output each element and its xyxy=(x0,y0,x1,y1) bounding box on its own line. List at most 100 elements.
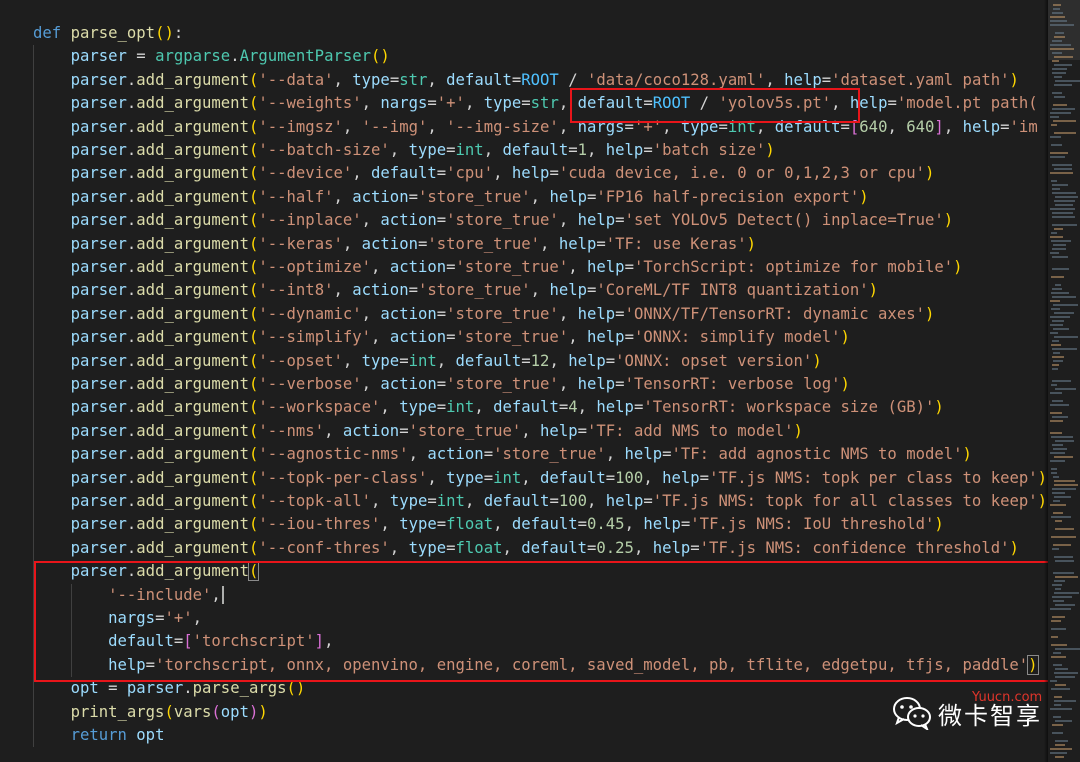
code-line[interactable]: parser.add_argument('--topk-per-class', … xyxy=(33,466,1047,490)
minimap-line xyxy=(1055,648,1080,650)
code-line[interactable]: parser.add_argument('--agnostic-nms', ac… xyxy=(33,443,972,467)
code-token: 'store_true' xyxy=(446,375,559,393)
code-line[interactable]: parser.add_argument('--int8', action='st… xyxy=(33,279,879,303)
minimap-line xyxy=(1054,96,1065,98)
code-token: ( xyxy=(164,702,174,721)
minimap-line xyxy=(1054,484,1078,486)
code-token: default xyxy=(774,117,841,136)
code-token: = xyxy=(615,304,625,323)
code-token: parser xyxy=(70,375,127,393)
code-token: '--img' xyxy=(361,117,428,136)
code-token: . xyxy=(126,258,137,276)
code-token: print_args xyxy=(70,702,165,721)
code-line[interactable]: parser.add_argument('--data', type=str, … xyxy=(33,68,1019,93)
code-line[interactable]: parser.add_argument('--iou-thres', type=… xyxy=(33,513,944,537)
code-token: '+' xyxy=(633,117,663,136)
paren-open: ( xyxy=(248,492,259,510)
code-token: float xyxy=(446,515,494,534)
code-token: . xyxy=(126,538,137,557)
code-line[interactable]: parser.add_argument('--simplify', action… xyxy=(33,326,850,350)
code-line[interactable]: parser.add_argument('--device', default=… xyxy=(33,162,934,186)
code-token: help xyxy=(549,187,587,206)
code-line[interactable]: def parse_opt(): xyxy=(33,22,183,45)
code-line[interactable]: nargs='+', xyxy=(33,607,202,631)
code-line[interactable]: return opt xyxy=(33,724,164,748)
code-token: = xyxy=(643,94,653,113)
code-token: default xyxy=(371,164,437,183)
code-token: help xyxy=(511,164,550,183)
minimap-line xyxy=(1051,468,1057,470)
code-line[interactable]: parser.add_argument('--weights', nargs='… xyxy=(33,92,1038,116)
watermark-site: Yuucn.com xyxy=(972,690,1043,705)
minimap-line xyxy=(1050,236,1063,238)
minimap-line xyxy=(1055,32,1064,34)
code-token: , xyxy=(389,538,409,557)
code-token: 640 xyxy=(859,117,888,136)
minimap-line xyxy=(1050,460,1065,462)
minimap-line xyxy=(1054,556,1073,558)
code-line[interactable]: parser.add_argument('--nms', action='sto… xyxy=(33,419,803,444)
code-line[interactable]: parser.add_argument('--half', action='st… xyxy=(33,185,869,210)
minimap-line xyxy=(1053,600,1064,602)
code-line[interactable]: parser.add_argument('--workspace', type=… xyxy=(33,396,944,420)
code-token: , xyxy=(831,94,850,113)
code-token: 'yolov5s.pt' xyxy=(718,94,832,113)
minimap-line xyxy=(1054,672,1078,674)
code-line[interactable]: parser.add_argument('--dynamic', action=… xyxy=(33,302,934,327)
code-token: help xyxy=(849,94,888,113)
code-line[interactable]: print_args(vars(opt)) xyxy=(33,700,268,724)
code-token: add_argument xyxy=(136,562,249,581)
minimap-line xyxy=(1054,480,1075,482)
code-line[interactable]: parser.add_argument('--batch-size', type… xyxy=(33,139,775,163)
code-token: float xyxy=(455,538,503,557)
minimap-line xyxy=(1055,740,1068,742)
minimap[interactable] xyxy=(1048,0,1080,762)
minimap-line xyxy=(1050,608,1071,610)
code-token: = xyxy=(436,398,447,417)
minimap-line xyxy=(1054,56,1073,58)
code-text: parser.add_argument('--opset', type=int,… xyxy=(33,352,822,370)
code-token: 'store_true' xyxy=(446,211,559,230)
code-line[interactable]: parser.add_argument('--verbose', action=… xyxy=(33,373,850,397)
code-editor[interactable]: def parse_opt(): parser = argparse.Argum… xyxy=(0,0,1048,762)
code-token: () xyxy=(371,47,390,66)
minimap-line xyxy=(1055,604,1075,606)
code-token: add_argument xyxy=(136,281,249,300)
code-line[interactable]: opt = parser.parse_args() xyxy=(33,677,305,701)
minimap-line xyxy=(1053,448,1067,450)
code-token: = xyxy=(98,679,127,698)
code-text: parser.add_argument('--imgsz', '--img', … xyxy=(33,118,1038,136)
code-token: , xyxy=(342,117,362,136)
code-token: help xyxy=(605,141,644,159)
code-token: , xyxy=(558,211,578,230)
code-line[interactable]: parser.add_argument('--conf-thres', type… xyxy=(33,536,1019,561)
code-token: str xyxy=(399,70,428,89)
code-line[interactable]: parser.add_argument('--inplace', action=… xyxy=(33,209,953,233)
code-line[interactable]: default=['torchscript'], xyxy=(33,630,333,654)
code-line[interactable]: '--include', xyxy=(33,583,224,607)
code-token: parser xyxy=(70,304,127,323)
paren-open: ( xyxy=(248,258,259,276)
code-token: type xyxy=(389,492,428,510)
code-token: add_argument xyxy=(136,304,249,323)
code-token: action xyxy=(352,281,409,300)
code-token: opt xyxy=(220,702,249,721)
minimap-line xyxy=(1053,4,1061,6)
code-line[interactable]: parser.add_argument('--topk-all', type=i… xyxy=(33,490,1047,514)
code-line[interactable]: help='torchscript, onnx, openvino, engin… xyxy=(33,653,1039,678)
minimap-line xyxy=(1051,628,1066,630)
code-line[interactable]: parser.add_argument( xyxy=(33,560,260,584)
code-line[interactable]: parser.add_argument('--optimize', action… xyxy=(33,256,963,280)
paren-close: ) xyxy=(868,281,879,300)
minimap-line xyxy=(1053,244,1066,246)
paren-open: ( xyxy=(248,164,259,183)
code-line[interactable]: parser.add_argument('--opset', type=int,… xyxy=(33,349,822,373)
code-token: type xyxy=(408,538,447,557)
code-line[interactable]: parser.add_argument('--keras', action='s… xyxy=(33,232,756,256)
minimap-line xyxy=(1051,472,1057,474)
line-gutter[interactable] xyxy=(0,0,30,762)
code-token: '--img-size' xyxy=(446,117,559,136)
code-token: 'cuda device, i.e. 0 or 0,1,2,3 or cpu' xyxy=(558,164,925,183)
code-line[interactable]: parser.add_argument('--imgsz', '--img', … xyxy=(33,115,1038,139)
code-line[interactable]: parser = argparse.ArgumentParser() xyxy=(33,45,390,69)
